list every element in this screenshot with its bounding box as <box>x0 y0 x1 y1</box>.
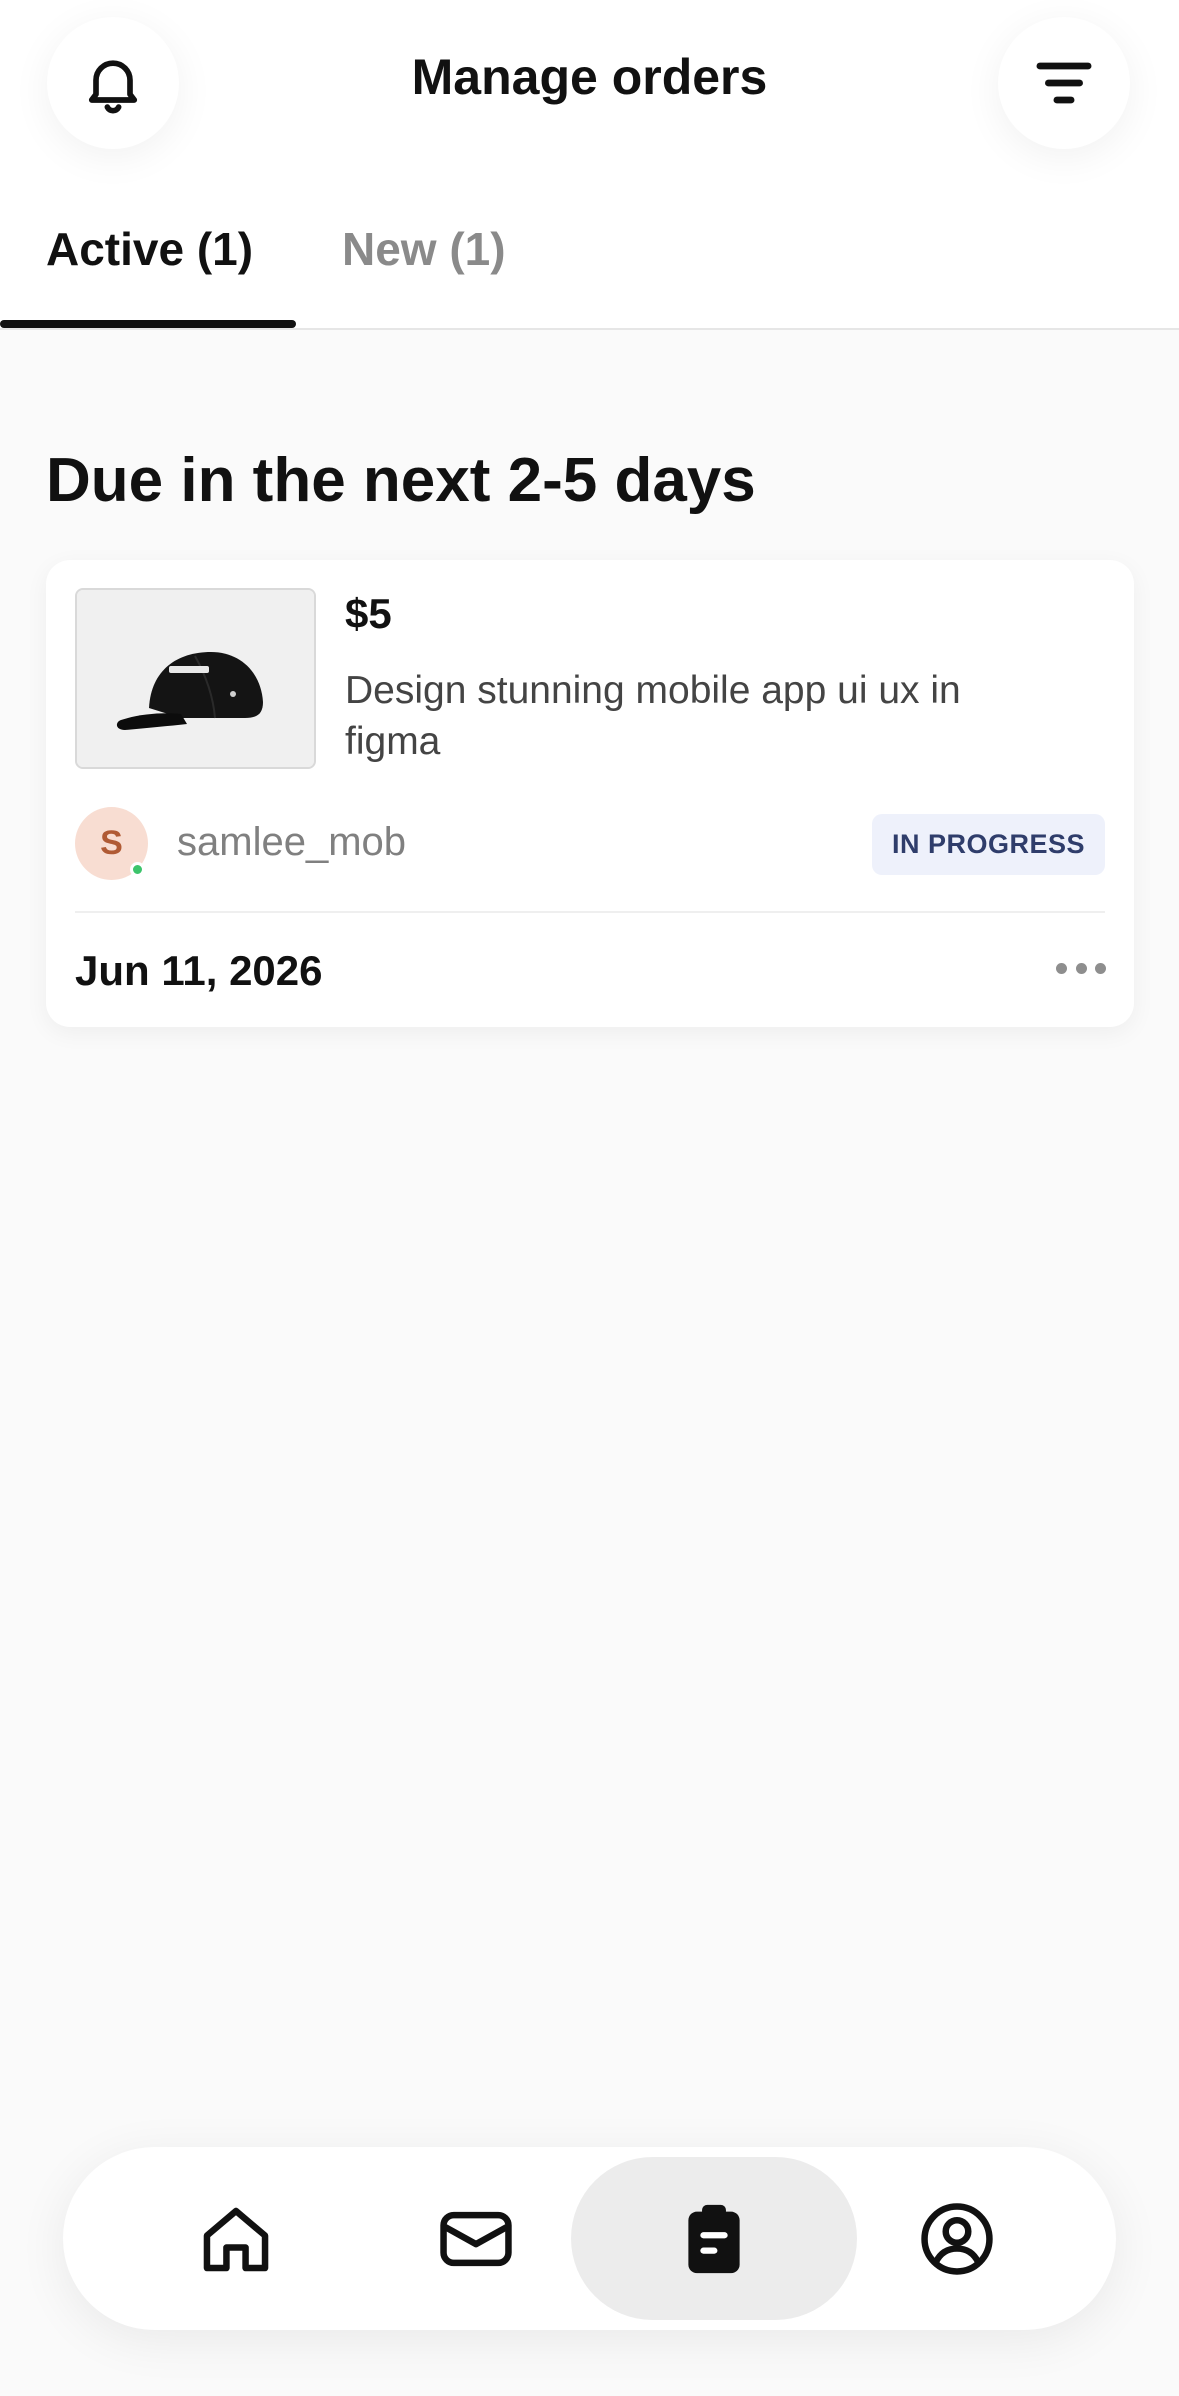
online-status-dot <box>130 862 145 877</box>
more-dot <box>1095 962 1106 974</box>
more-options-button[interactable] <box>1056 958 1106 978</box>
bottom-navigation <box>63 2147 1116 2330</box>
tab-active[interactable]: Active (1) <box>46 222 253 276</box>
card-divider <box>75 911 1105 913</box>
filter-icon <box>1036 62 1092 104</box>
home-icon <box>203 2207 269 2271</box>
order-description: Design stunning mobile app ui ux in figm… <box>345 669 961 763</box>
filter-button[interactable] <box>998 17 1130 149</box>
order-card[interactable]: $5 Design stunning mobile app ui ux in f… <box>46 560 1134 1027</box>
due-date: Jun 11, 2026 <box>75 947 323 994</box>
more-dot <box>1075 962 1087 974</box>
tabs-divider <box>0 328 1179 330</box>
active-tab-indicator <box>0 320 296 328</box>
section-title: Due in the next 2-5 days <box>46 446 756 515</box>
order-tabs: Active (1) New (1) <box>0 210 1179 330</box>
header: Manage orders Active (1) New (1) <box>0 0 1179 330</box>
status-badge: IN PROGRESS <box>872 814 1105 875</box>
mail-icon <box>440 2211 512 2266</box>
order-price: $5 <box>345 590 392 637</box>
avatar-initial: S <box>100 824 123 862</box>
product-thumbnail <box>75 588 316 769</box>
nav-profile[interactable] <box>814 2157 1100 2320</box>
more-dots-icon <box>1056 962 1067 974</box>
clipboard-icon <box>688 2204 740 2273</box>
cap-product-image <box>77 590 314 767</box>
buyer-username[interactable]: samlee_mob <box>177 820 406 865</box>
profile-icon <box>921 2202 993 2275</box>
tab-new[interactable]: New (1) <box>342 222 506 276</box>
